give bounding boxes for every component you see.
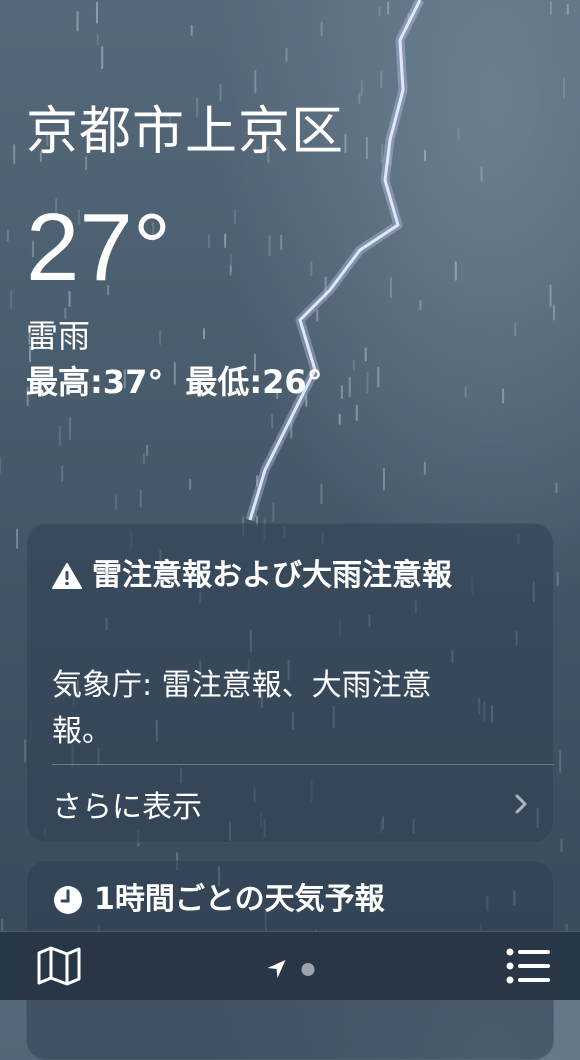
clock-icon xyxy=(54,886,82,914)
location-header: 京都市上京区 27° 雷雨 最高:37° 最低:26° xyxy=(26,100,560,402)
warning-triangle-icon xyxy=(52,563,82,589)
bottom-toolbar xyxy=(0,931,580,1000)
alert-title: 雷注意報および大雨注意報 xyxy=(92,558,452,593)
current-temperature: 27° xyxy=(26,194,172,301)
alert-body: 気象庁: 雷注意報、大雨注意報。 xyxy=(52,668,432,749)
high-temperature: 最高:37° xyxy=(26,363,164,401)
low-temperature: 最低:26° xyxy=(185,363,323,401)
map-icon[interactable] xyxy=(36,946,82,986)
location-arrow-icon xyxy=(267,960,286,978)
alert-title-row: 雷注意報および大雨注意報 xyxy=(52,553,532,599)
chevron-right-icon xyxy=(515,794,527,814)
city-name: 京都市上京区 xyxy=(26,102,345,162)
hourly-title: 1時間ごとの天気予報 xyxy=(94,882,385,917)
page-indicator[interactable] xyxy=(266,958,315,980)
hourly-title-row: 1時間ごとの天気予報 xyxy=(52,878,385,922)
show-more-button[interactable]: さらに表示 xyxy=(26,765,554,843)
weather-alert-card[interactable]: 雷注意報および大雨注意報 気象庁: 雷注意報、大雨注意報。 さらに表示 xyxy=(26,523,554,843)
high-low: 最高:37° 最低:26° xyxy=(26,362,560,402)
page-dot xyxy=(301,962,315,976)
show-more-label: さらに表示 xyxy=(52,790,202,825)
weather-condition: 雷雨 xyxy=(26,317,91,355)
list-icon[interactable] xyxy=(506,948,552,984)
